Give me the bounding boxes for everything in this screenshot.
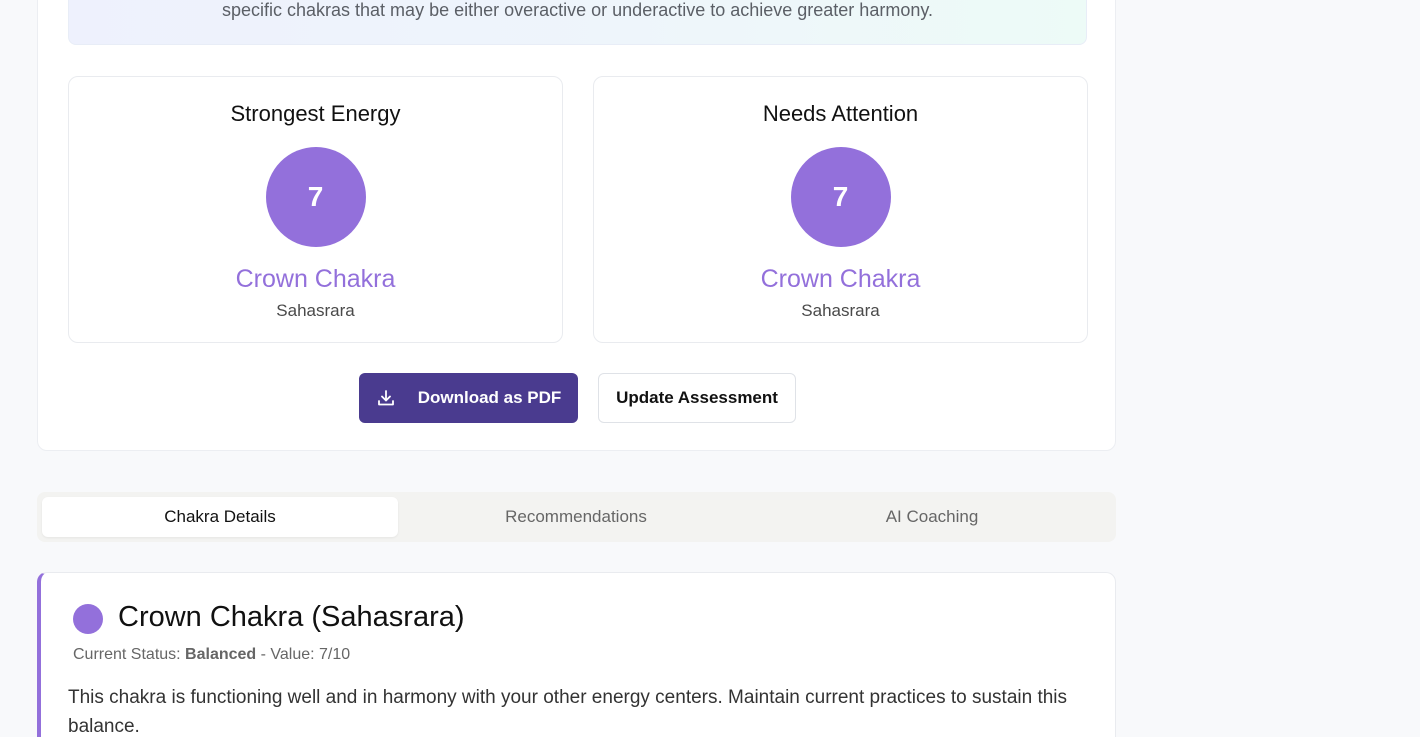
strongest-energy-title: Strongest Energy: [230, 101, 401, 126]
strongest-energy-card: Strongest Energy 7 Crown Chakra Sahasrar…: [68, 76, 563, 343]
status-prefix: Current Status:: [73, 646, 186, 663]
chakra-color-dot: [73, 604, 103, 634]
update-assessment-button[interactable]: Update Assessment: [598, 373, 796, 423]
tab-ai-coaching[interactable]: AI Coaching: [754, 497, 1110, 537]
tab-recommendations[interactable]: Recommendations: [398, 497, 754, 537]
attention-chakra-number-badge: 7: [790, 147, 891, 247]
strongest-chakra-sanskrit: Sahasrara: [276, 301, 355, 320]
needs-attention-title: Needs Attention: [762, 101, 919, 126]
strongest-chakra-name: Crown Chakra: [235, 265, 396, 293]
results-tabs: Chakra Details Recommendations AI Coachi…: [37, 492, 1116, 542]
download-pdf-label: Download as PDF: [417, 388, 562, 407]
chakra-detail-card: Crown Chakra (Sahasrara) Current Status:…: [37, 572, 1116, 737]
chakra-description: This chakra is functioning well and in h…: [68, 687, 1068, 737]
download-icon: [376, 388, 396, 408]
attention-chakra-sanskrit: Sahasrara: [801, 301, 880, 320]
tab-chakra-details[interactable]: Chakra Details: [42, 497, 398, 537]
results-summary-card: specific chakras that may be either over…: [37, 0, 1116, 451]
chakra-value-text: - Value: 7/10: [256, 646, 351, 663]
intro-banner: specific chakras that may be either over…: [68, 0, 1087, 45]
chakra-status-line: Current Status: Balanced - Value: 7/10: [73, 646, 350, 664]
strongest-chakra-number-badge: 7: [265, 147, 366, 247]
intro-text: specific chakras that may be either over…: [221, 0, 934, 20]
results-page: specific chakras that may be either over…: [0, 0, 1420, 737]
status-value: Balanced: [185, 646, 257, 663]
needs-attention-card: Needs Attention 7 Crown Chakra Sahasrara: [593, 76, 1088, 343]
attention-chakra-name: Crown Chakra: [760, 265, 921, 293]
download-pdf-button[interactable]: Download as PDF: [359, 373, 578, 423]
chakra-detail-title: Crown Chakra (Sahasrara): [118, 601, 465, 633]
